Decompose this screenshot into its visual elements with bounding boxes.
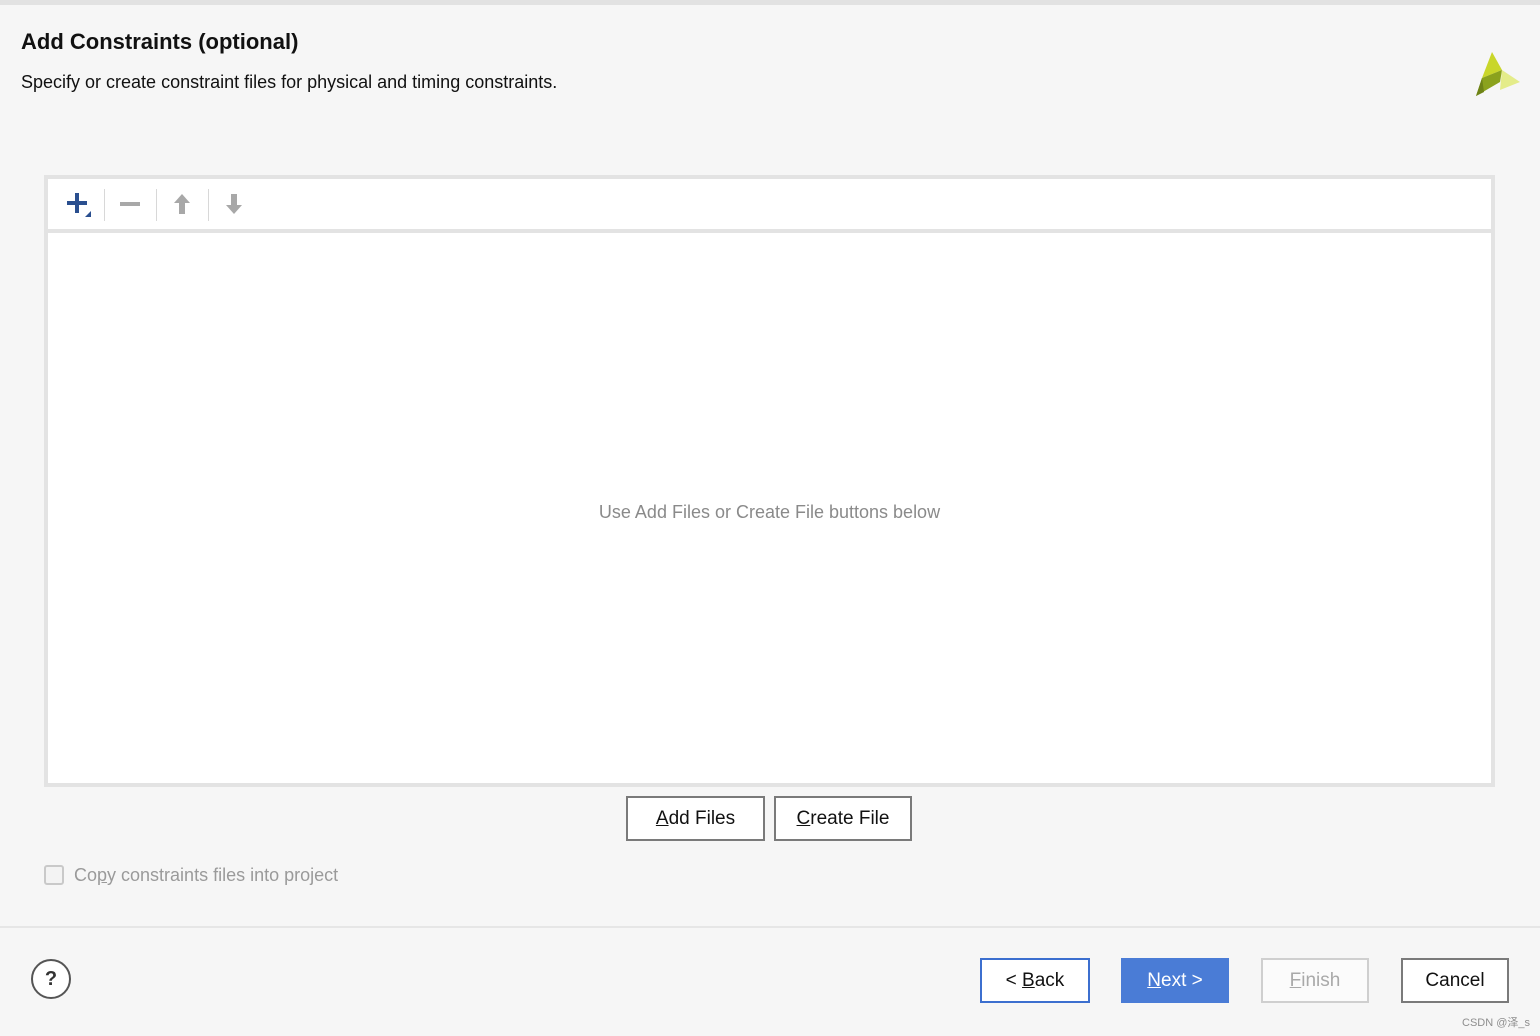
page-subtitle: Specify or create constraint files for p… bbox=[21, 72, 558, 92]
copy-constraints-label: Copy constraints files into project bbox=[74, 864, 339, 885]
remove-icon bbox=[120, 202, 140, 206]
move-down-button[interactable] bbox=[214, 187, 254, 221]
cancel-button[interactable]: Cancel bbox=[1401, 958, 1509, 1003]
add-icon bbox=[67, 193, 91, 217]
finish-button[interactable]: Finish bbox=[1261, 958, 1369, 1003]
create-file-accel: C bbox=[796, 807, 811, 829]
file-toolbar bbox=[48, 179, 1491, 233]
footer-divider bbox=[0, 926, 1540, 928]
next-button[interactable]: Next > bbox=[1121, 958, 1229, 1003]
move-down-icon bbox=[226, 194, 242, 214]
create-file-label: reate File bbox=[810, 807, 890, 829]
copy-constraints-option[interactable]: Copy constraints files into project bbox=[44, 862, 338, 888]
move-up-button[interactable] bbox=[162, 187, 202, 221]
constraint-files-panel: Use Add Files or Create File buttons bel… bbox=[44, 175, 1495, 787]
add-button[interactable] bbox=[58, 187, 98, 221]
back-button[interactable]: < Back bbox=[980, 958, 1090, 1003]
toolbar-separator bbox=[104, 189, 105, 221]
remove-button[interactable] bbox=[110, 187, 150, 221]
empty-list-hint: Use Add Files or Create File buttons bel… bbox=[598, 502, 941, 522]
toolbar-separator bbox=[156, 189, 157, 221]
move-up-icon bbox=[174, 194, 190, 214]
copy-constraints-checkbox[interactable] bbox=[44, 865, 64, 885]
add-files-label: dd Files bbox=[668, 807, 736, 829]
window-top-strip bbox=[0, 0, 1540, 5]
add-files-button[interactable]: Add Files bbox=[626, 796, 765, 841]
add-files-accel: A bbox=[655, 807, 669, 829]
page-title: Add Constraints (optional) bbox=[21, 29, 299, 54]
help-button[interactable]: ? bbox=[31, 959, 71, 999]
create-file-button[interactable]: Create File bbox=[774, 796, 912, 841]
watermark-text: CSDN @泽_s bbox=[1462, 1017, 1531, 1029]
vivado-logo-icon bbox=[1476, 52, 1520, 96]
toolbar-separator bbox=[208, 189, 209, 221]
